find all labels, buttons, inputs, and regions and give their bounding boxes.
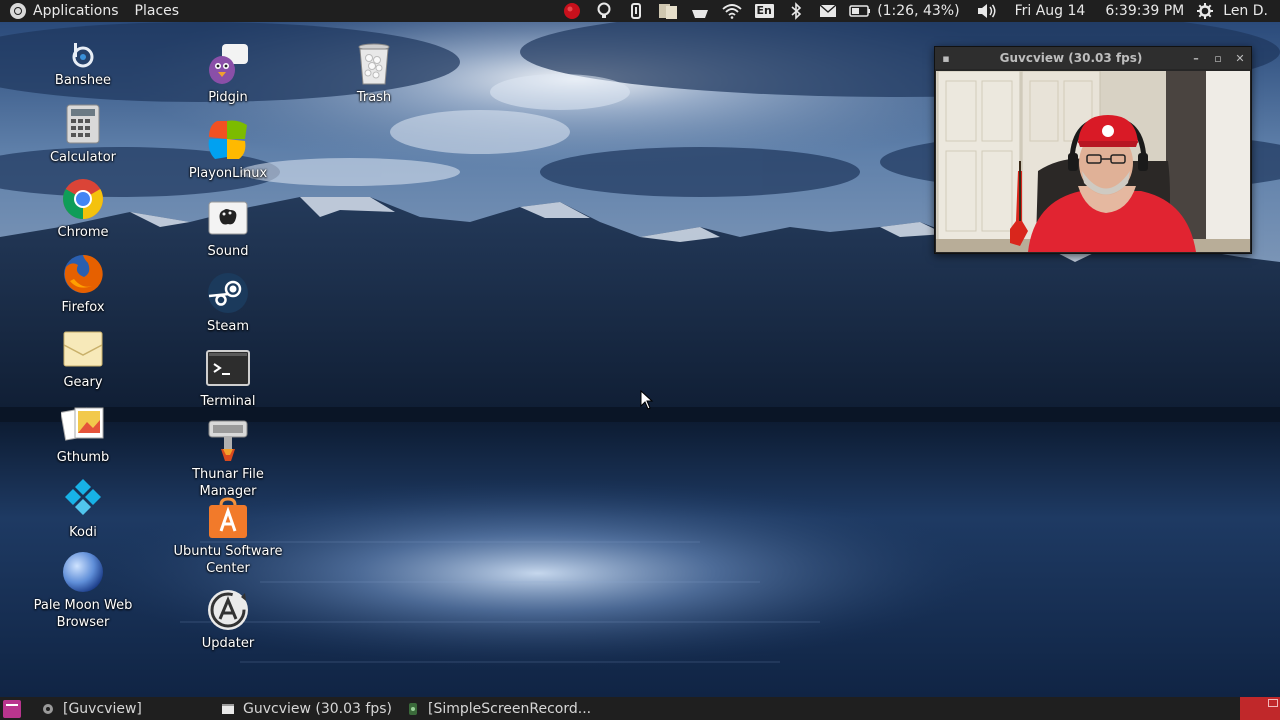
desktop-icon-label: Updater — [201, 636, 255, 651]
settings-gear-icon[interactable] — [1194, 0, 1216, 22]
ubuntu-logo-icon — [10, 3, 26, 19]
desktop-icon-pidgin[interactable]: Pidgin — [163, 42, 293, 106]
kodi-icon — [61, 477, 105, 521]
files-icon[interactable] — [657, 0, 679, 22]
thunar-icon — [206, 419, 250, 463]
desktop-icon-label: Banshee — [54, 73, 112, 88]
applications-menu[interactable]: Applications — [0, 0, 123, 22]
window-menu-icon[interactable]: ▪ — [935, 52, 957, 65]
desktop-icon-label: Pale Moon Web Browser — [33, 598, 133, 630]
taskbar-item-label: Guvcview (30.03 fps) — [243, 700, 392, 717]
places-menu[interactable]: Places — [131, 0, 184, 22]
desktop-icon-kodi[interactable]: Kodi — [18, 477, 148, 541]
workspace-switcher[interactable] — [1240, 697, 1280, 720]
desktop-icon-label: Terminal — [200, 394, 256, 409]
desktop-icon-label: PlayonLinux — [188, 166, 268, 181]
gthumb-icon — [61, 402, 105, 446]
calculator-icon — [61, 102, 105, 146]
desktop-icon-label: Trash — [356, 90, 392, 105]
taskbar-item-simplescreenrecorder[interactable]: [SimpleScreenRecord... — [406, 697, 591, 720]
places-label: Places — [134, 3, 180, 19]
desktop-icon-sound[interactable]: Sound — [163, 196, 293, 260]
firefox-icon — [61, 252, 105, 296]
taskbar-item-guvcview-video[interactable]: Guvcview (30.03 fps) — [221, 697, 406, 720]
mail-icon[interactable] — [817, 0, 839, 22]
desktop-icon-terminal[interactable]: Terminal — [163, 346, 293, 410]
desktop-icon-label: Calculator — [49, 150, 116, 165]
desktop-icon-firefox[interactable]: Firefox — [18, 252, 148, 316]
desktop-icon-label: Kodi — [69, 525, 97, 540]
clipboard-icon[interactable] — [625, 0, 647, 22]
geary-icon — [61, 327, 105, 371]
date-label[interactable]: Fri Aug 14 — [1009, 3, 1092, 19]
trash-icon — [352, 42, 396, 86]
updater-icon — [206, 588, 250, 632]
playonlinux-icon — [206, 118, 250, 162]
language-label: En — [754, 4, 774, 18]
mouse-pointer-icon — [640, 390, 654, 410]
minimize-icon[interactable]: – — [1185, 52, 1207, 65]
taskbar-item-label: [SimpleScreenRecord... — [428, 700, 592, 717]
lightbulb-icon[interactable] — [593, 0, 615, 22]
desktop-icon-label: Steam — [207, 319, 249, 334]
webcam-video-feed — [936, 71, 1250, 252]
desktop-icon-chrome[interactable]: Chrome — [18, 177, 148, 241]
desktop-icon-banshee[interactable]: Banshee — [18, 42, 148, 89]
desktop-icon-updater[interactable]: Updater — [163, 588, 293, 652]
top-panel: Applications Places En (1:26, 43%) Fri A… — [0, 0, 1280, 22]
desktop-icon-label: Sound — [207, 244, 249, 259]
desktop-icon-label: Chrome — [57, 225, 109, 240]
desktop-icon-gthumb[interactable]: Gthumb — [18, 402, 148, 466]
clock-label[interactable]: 6:39:39 PM — [1099, 3, 1190, 19]
desktop-icon-trash[interactable]: Trash — [309, 42, 439, 106]
pidgin-icon — [206, 42, 250, 86]
window-title: Guvcview (30.03 fps) — [999, 51, 1143, 65]
screen-recorder-icon[interactable] — [561, 0, 583, 22]
maximize-icon[interactable]: ▫ — [1207, 52, 1229, 65]
desktop-icon-label: Geary — [63, 375, 103, 390]
software-center-icon — [206, 496, 250, 540]
sound-icon — [206, 196, 250, 240]
desktop-icon-label: Ubuntu Software Center — [173, 544, 283, 576]
window-icon — [221, 702, 235, 716]
desktop-icon-label: Firefox — [61, 300, 105, 315]
desktop-icon-steam[interactable]: Steam — [163, 271, 293, 335]
desktop-icon-label: Gthumb — [56, 450, 110, 465]
cup-icon[interactable] — [689, 0, 711, 22]
taskbar-item-guvcview-control[interactable]: [Guvcview] — [41, 697, 221, 720]
close-icon[interactable]: ✕ — [1229, 52, 1251, 65]
user-menu[interactable]: Len D. — [1221, 3, 1274, 19]
keyboard-language-indicator[interactable]: En — [753, 0, 775, 22]
desktop-icon-thunar[interactable]: Thunar File Manager — [163, 419, 293, 500]
webcam-icon — [41, 702, 55, 716]
screen-recorder-icon — [406, 702, 420, 716]
chrome-icon — [61, 177, 105, 221]
workspace-cell[interactable] — [1268, 699, 1278, 707]
taskbar-item-label: [Guvcview] — [63, 700, 142, 717]
desktop-icon-label: Pidgin — [208, 90, 248, 105]
bluetooth-icon[interactable] — [785, 0, 807, 22]
wifi-icon[interactable] — [721, 0, 743, 22]
desktop-icon-geary[interactable]: Geary — [18, 327, 148, 391]
terminal-icon — [206, 346, 250, 390]
steam-icon — [206, 271, 250, 315]
battery-indicator[interactable]: (1:26, 43%) — [849, 0, 965, 22]
banshee-icon — [61, 42, 105, 68]
desktop-icon-software-center[interactable]: Ubuntu Software Center — [163, 496, 293, 577]
battery-icon — [849, 5, 871, 17]
desktop-icon-playonlinux[interactable]: PlayonLinux — [163, 118, 293, 182]
guvcview-window[interactable]: ▪ Guvcview (30.03 fps) – ▫ ✕ — [934, 46, 1252, 254]
applications-label: Applications — [33, 3, 119, 19]
battery-text: (1:26, 43%) — [877, 3, 960, 19]
volume-icon[interactable] — [976, 0, 998, 22]
show-desktop-button[interactable] — [3, 699, 21, 718]
bottom-panel: [Guvcview] Guvcview (30.03 fps) [SimpleS… — [0, 697, 1280, 720]
guvcview-titlebar[interactable]: ▪ Guvcview (30.03 fps) – ▫ ✕ — [935, 47, 1251, 69]
desktop-icon-pale-moon[interactable]: Pale Moon Web Browser — [18, 550, 148, 631]
pale-moon-icon — [61, 550, 105, 594]
desktop-icon-calculator[interactable]: Calculator — [18, 102, 148, 166]
desktop-icon-label: Thunar File Manager — [192, 467, 264, 499]
